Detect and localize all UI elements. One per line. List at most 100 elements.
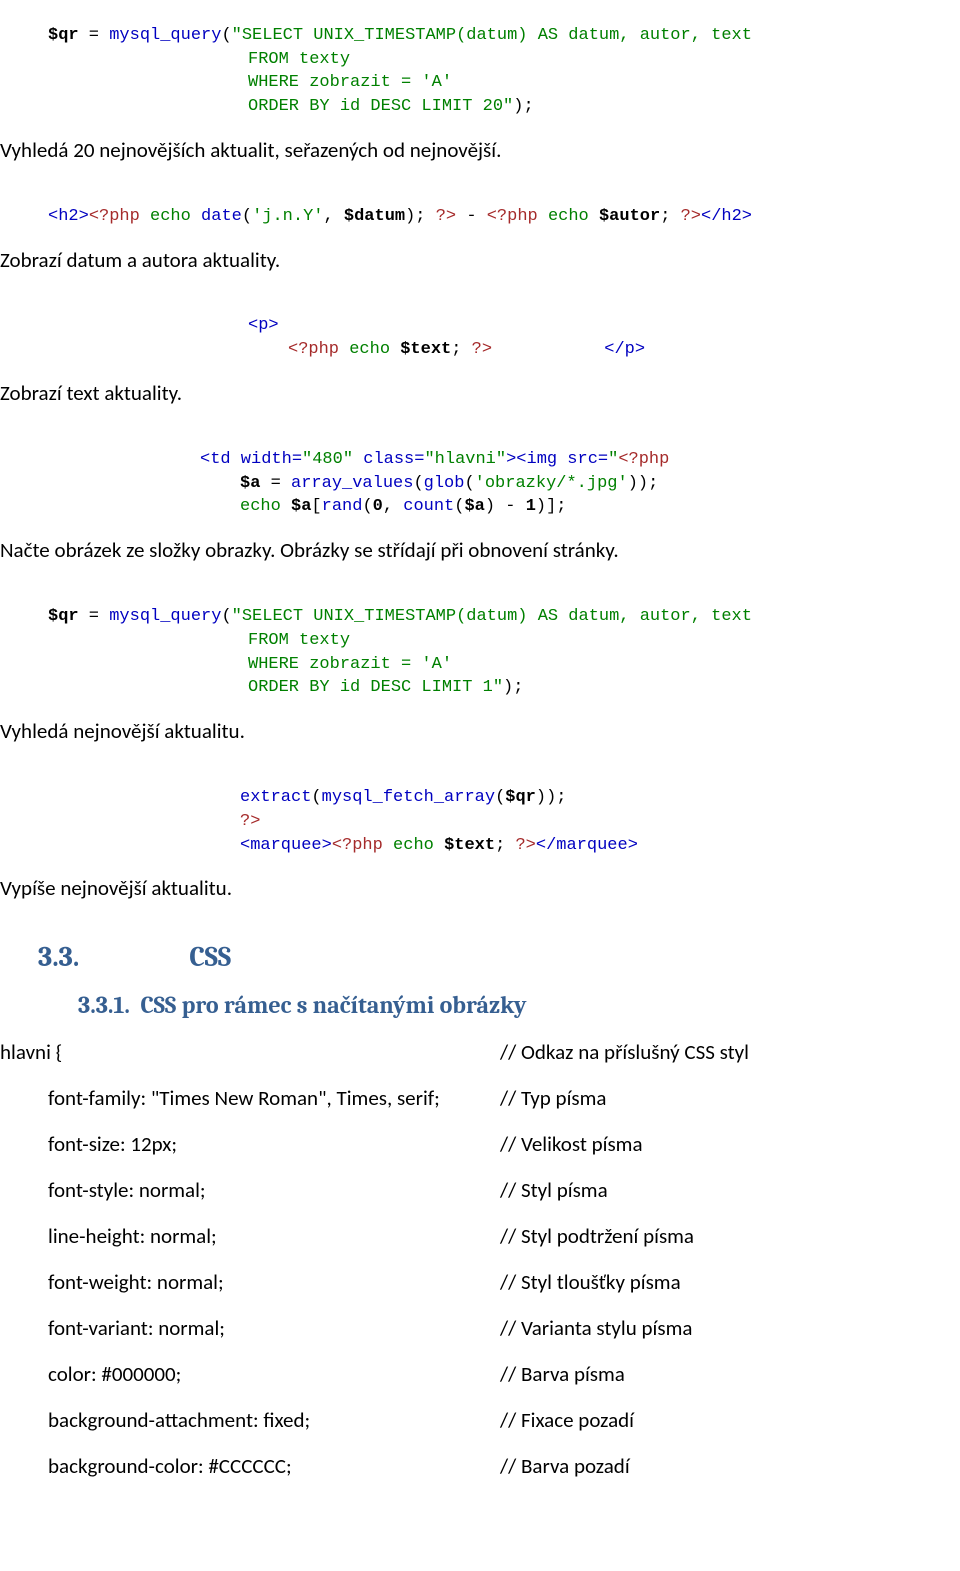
- css-row: line-height: normal;// Styl podtržení pí…: [0, 1223, 960, 1249]
- css-property: background-attachment: fixed;: [0, 1407, 500, 1433]
- code-token: ?>: [472, 340, 492, 359]
- code-php-marquee: extract(mysql_fetch_array($qr));?><marqu…: [200, 762, 960, 857]
- css-row: hlavni {// Odkaz na příslušný CSS styl: [0, 1039, 960, 1065]
- code-token: ?>: [681, 207, 701, 226]
- css-property: background-color: #CCCCCC;: [0, 1453, 500, 1479]
- code-token: ?>: [240, 812, 260, 831]
- css-comment: // Velikost písma: [500, 1131, 960, 1157]
- code-token: (: [242, 207, 252, 226]
- code-token: count: [403, 497, 454, 516]
- code-token: class=: [353, 450, 424, 469]
- code-token: (: [464, 474, 474, 493]
- css-listing: hlavni {// Odkaz na příslušný CSS styl fo…: [0, 1039, 960, 1479]
- code-token: ORDER BY id DESC LIMIT 20": [248, 97, 513, 116]
- code-token: ));: [628, 474, 659, 493]
- code-token: glob: [424, 474, 465, 493]
- css-property: font-weight: normal;: [0, 1269, 500, 1295]
- code-token: ) -: [485, 497, 526, 516]
- css-row: background-attachment: fixed;// Fixace p…: [0, 1407, 960, 1433]
- code-token: (: [311, 788, 321, 807]
- css-comment: // Odkaz na příslušný CSS styl: [500, 1039, 960, 1065]
- code-token: (: [362, 497, 372, 516]
- code-token: -: [456, 207, 487, 226]
- code-token: =: [79, 607, 110, 626]
- code-token: [492, 340, 604, 359]
- css-comment: // Fixace pozadí: [500, 1407, 960, 1433]
- code-token: 1: [526, 497, 536, 516]
- paragraph: Zobrazí text aktuality.: [0, 380, 960, 406]
- code-token: <h2>: [48, 207, 89, 226]
- code-token: WHERE zobrazit = 'A': [248, 655, 452, 674]
- code-token: echo: [150, 207, 201, 226]
- heading-3-3-1: 3.3.1. CSS pro rámec s načítanými obrázk…: [78, 991, 960, 1019]
- code-token: <?php: [288, 340, 349, 359]
- code-php-image: <td width="480" class="hlavni"><img src=…: [200, 424, 960, 519]
- code-token: <marquee>: [240, 836, 332, 855]
- css-row: font-family: "Times New Roman", Times, s…: [0, 1085, 960, 1111]
- code-token: );: [405, 207, 436, 226]
- heading-title: CSS pro rámec s načítanými obrázky: [141, 991, 527, 1019]
- code-token: mysql_query: [109, 26, 221, 45]
- code-token: ,: [383, 497, 403, 516]
- code-token: );: [513, 97, 533, 116]
- code-token: [: [311, 497, 321, 516]
- code-token: 'j.n.Y': [252, 207, 323, 226]
- css-property: color: #000000;: [0, 1361, 500, 1387]
- code-token: <?php: [332, 836, 393, 855]
- code-token: (: [495, 788, 505, 807]
- css-row: font-style: normal;// Styl písma: [0, 1177, 960, 1203]
- code-token: (: [221, 607, 231, 626]
- code-token: )];: [536, 497, 567, 516]
- code-token: $qr: [505, 788, 536, 807]
- code-token: <?php: [618, 450, 669, 469]
- code-token: );: [503, 678, 523, 697]
- code-token: (: [221, 26, 231, 45]
- css-comment: // Styl podtržení písma: [500, 1223, 960, 1249]
- code-token: ,: [323, 207, 343, 226]
- code-token: <p>: [248, 316, 279, 335]
- code-token: echo: [240, 497, 291, 516]
- code-token: <?php: [487, 207, 548, 226]
- css-property: line-height: normal;: [0, 1223, 500, 1249]
- code-token: FROM texty: [248, 631, 350, 650]
- code-token: "hlavni": [424, 450, 506, 469]
- code-token: =: [79, 26, 110, 45]
- code-token: FROM texty: [248, 50, 350, 69]
- heading-title: CSS: [189, 941, 231, 973]
- code-token: ;: [660, 207, 680, 226]
- code-token: ?>: [515, 836, 535, 855]
- code-token: date: [201, 207, 242, 226]
- code-token: ;: [495, 836, 515, 855]
- paragraph: Vyhledá nejnovější aktualitu.: [0, 718, 960, 744]
- code-token: mysql_fetch_array: [322, 788, 495, 807]
- css-comment: // Barva pozadí: [500, 1453, 960, 1479]
- css-row: font-size: 12px; // Velikost písma: [0, 1131, 960, 1157]
- css-comment: // Styl tloušťky písma: [500, 1269, 960, 1295]
- css-row: font-variant: normal;// Varianta stylu p…: [0, 1315, 960, 1341]
- code-token: $a: [240, 474, 260, 493]
- code-token: (: [454, 497, 464, 516]
- code-token: echo: [548, 207, 599, 226]
- paragraph: Načte obrázek ze složky obrazky. Obrázky…: [0, 537, 960, 563]
- paragraph: Zobrazí datum a autora aktuality.: [0, 247, 960, 273]
- code-token: echo: [349, 340, 400, 359]
- heading-number: 3.3.1.: [78, 991, 130, 1019]
- css-property: font-style: normal;: [0, 1177, 500, 1203]
- code-sql-query-2: $qr = mysql_query("SELECT UNIX_TIMESTAMP…: [48, 581, 960, 700]
- code-token: "480": [302, 450, 353, 469]
- code-token: </h2>: [701, 207, 752, 226]
- code-token: $text: [444, 836, 495, 855]
- code-token: </marquee>: [536, 836, 638, 855]
- css-row: color: #000000;// Barva písma: [0, 1361, 960, 1387]
- code-token: "SELECT UNIX_TIMESTAMP(datum) AS datum, …: [232, 607, 752, 626]
- code-token: ORDER BY id DESC LIMIT 1": [248, 678, 503, 697]
- heading-number: 3.3.: [38, 941, 79, 973]
- code-token: "SELECT UNIX_TIMESTAMP(datum) AS datum, …: [232, 26, 752, 45]
- code-token: echo: [393, 836, 444, 855]
- code-token: ;: [451, 340, 471, 359]
- code-token: =: [260, 474, 291, 493]
- code-token: </p>: [604, 340, 645, 359]
- css-property: font-variant: normal;: [0, 1315, 500, 1341]
- code-token: $datum: [344, 207, 405, 226]
- code-token: $a: [291, 497, 311, 516]
